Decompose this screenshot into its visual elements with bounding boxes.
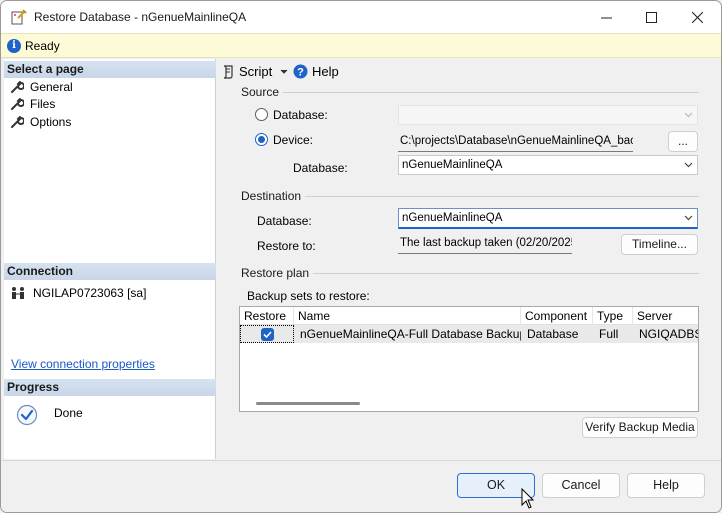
source-group-label: Source: [241, 85, 280, 99]
connection-value: NGILAP0723063 [sa]: [33, 286, 147, 300]
column-header-component[interactable]: Component: [521, 307, 593, 325]
source-database-label: Database:: [293, 161, 348, 175]
svg-text:?: ?: [297, 67, 304, 79]
mouse-cursor-icon: [521, 488, 535, 509]
connection-info: NGILAP0723063 [sa]: [10, 286, 146, 300]
backup-sets-grid[interactable]: Restore Name Component Type Server nGenu…: [239, 306, 699, 412]
page-item-label: Files: [30, 97, 56, 111]
left-pane: Select a page General Files Options Conn…: [4, 59, 216, 459]
close-button[interactable]: [674, 1, 720, 33]
backup-name-cell: nGenueMainlineQA-Full Database Backup: [300, 327, 521, 341]
progress-header: Progress: [4, 379, 216, 396]
restore-cell[interactable]: [240, 325, 294, 343]
page-item-label: General: [30, 80, 73, 94]
destination-database-value: nGenueMainlineQA: [402, 212, 503, 224]
destination-divider: [305, 196, 699, 197]
database-radio[interactable]: [255, 108, 268, 121]
destination-group-label: Destination: [241, 189, 302, 203]
wrench-icon: [11, 116, 24, 128]
help-icon: ?: [293, 64, 308, 79]
source-divider: [283, 92, 699, 93]
backup-server-cell: NGIQADBSR: [639, 327, 698, 341]
users-icon: [12, 287, 24, 299]
device-path-field[interactable]: C:\projects\Database\nGenueMainlineQA_ba…: [398, 132, 633, 152]
destination-database-label: Database:: [257, 214, 312, 228]
device-radio-label: Device:: [273, 133, 314, 147]
status-text: Ready: [25, 39, 60, 53]
connection-header: Connection: [4, 263, 216, 280]
timeline-button[interactable]: Timeline...: [621, 234, 698, 255]
database-radio-label: Database:: [273, 108, 328, 122]
help-button[interactable]: Help: [627, 473, 705, 498]
column-header-type[interactable]: Type: [593, 307, 633, 325]
restore-checkbox[interactable]: [261, 328, 274, 341]
page-item-files[interactable]: Files: [10, 96, 55, 112]
device-radio[interactable]: [255, 133, 268, 146]
backup-component-cell: Database: [527, 327, 579, 341]
right-pane: Script ? Help Source Database: Device: C…: [217, 59, 721, 459]
page-item-options[interactable]: Options: [10, 114, 71, 130]
done-check-icon: [16, 404, 38, 426]
cancel-button[interactable]: Cancel: [542, 473, 620, 498]
wrench-icon: [11, 98, 24, 110]
chevron-down-icon: [684, 112, 693, 118]
minimize-icon: [600, 17, 612, 18]
page-item-label: Options: [30, 115, 72, 129]
info-icon: i: [7, 39, 21, 53]
status-bar: i Ready: [1, 33, 721, 58]
destination-database-select[interactable]: nGenueMainlineQA: [398, 208, 698, 229]
backup-type-cell: Full: [599, 327, 619, 341]
source-database-value: nGenueMainlineQA: [402, 159, 503, 171]
maximize-icon: [645, 11, 657, 23]
restore-plan-divider: [313, 273, 699, 274]
restore-to-label: Restore to:: [257, 239, 316, 253]
column-header-name[interactable]: Name: [294, 307, 521, 325]
dropdown-arrow-icon: [280, 69, 288, 74]
chevron-down-icon: [684, 162, 693, 168]
checkmark-icon: [263, 331, 272, 339]
verify-backup-media-button[interactable]: Verify Backup Media: [582, 417, 698, 438]
maximize-button[interactable]: [628, 1, 674, 33]
script-button[interactable]: Script: [221, 64, 288, 79]
restore-plan-group-label: Restore plan: [241, 266, 310, 280]
source-database-combo[interactable]: [398, 105, 698, 125]
wrench-icon: [11, 81, 24, 93]
script-label: Script: [239, 64, 273, 79]
app-icon: [11, 9, 27, 25]
source-database-select[interactable]: nGenueMainlineQA: [398, 155, 698, 175]
backup-sets-label: Backup sets to restore:: [247, 289, 370, 303]
horizontal-scrollbar[interactable]: [256, 402, 360, 405]
button-bar: OK Cancel Help: [1, 460, 721, 512]
title-bar[interactable]: Restore Database - nGenueMainlineQA: [1, 1, 721, 33]
help-toolbar-button[interactable]: ? Help: [293, 64, 339, 79]
table-row[interactable]: nGenueMainlineQA-Full Database Backup Da…: [240, 325, 698, 343]
help-label: Help: [312, 64, 339, 79]
page-item-general[interactable]: General: [10, 79, 73, 95]
chevron-down-icon: [684, 215, 693, 221]
close-icon: [691, 11, 703, 23]
column-header-server[interactable]: Server: [633, 307, 698, 325]
window-title: Restore Database - nGenueMainlineQA: [34, 10, 247, 24]
select-page-header: Select a page: [4, 61, 216, 78]
progress-status: Done: [54, 406, 83, 420]
column-header-restore[interactable]: Restore: [240, 307, 294, 325]
script-icon: [223, 64, 233, 79]
restore-database-dialog: Restore Database - nGenueMainlineQA i Re…: [0, 0, 722, 513]
restore-to-field[interactable]: The last backup taken (02/20/2025 4: [398, 234, 572, 254]
minimize-button[interactable]: [583, 1, 629, 33]
view-connection-properties-link[interactable]: View connection properties: [11, 357, 155, 371]
grid-header: Restore Name Component Type Server: [240, 307, 698, 325]
browse-button[interactable]: ...: [668, 131, 698, 152]
